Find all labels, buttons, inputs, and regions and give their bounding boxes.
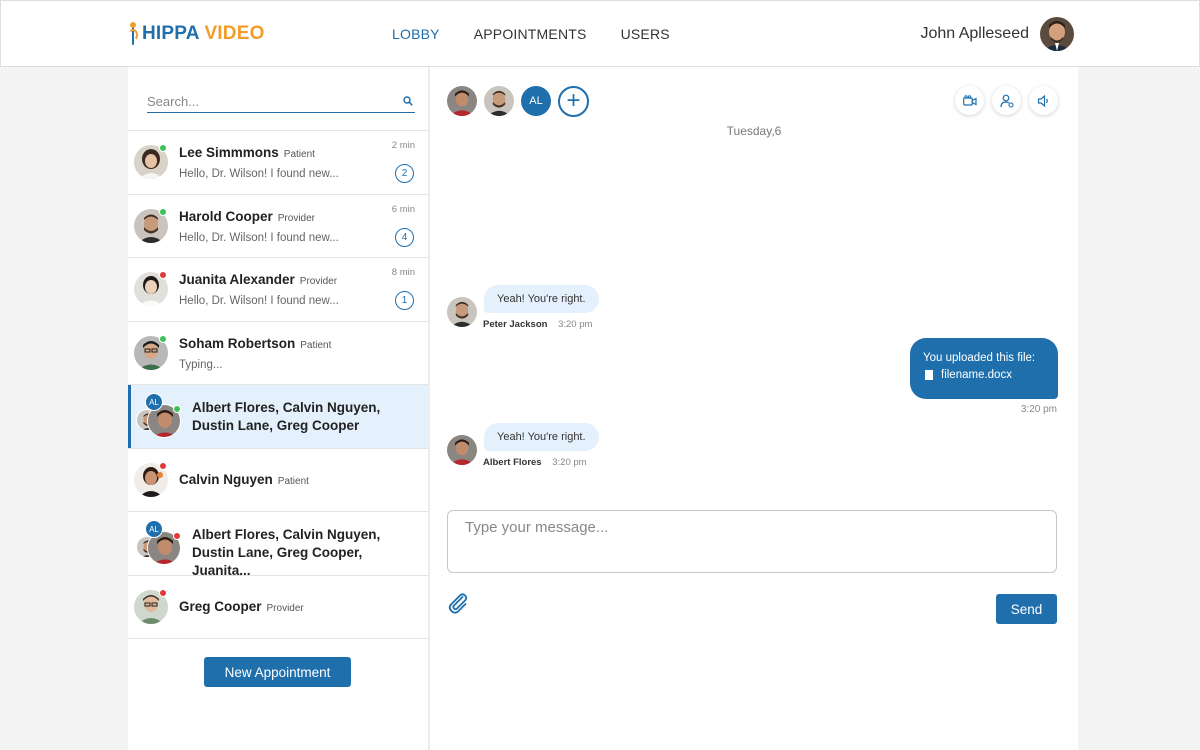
- group-avatar: AL: [134, 393, 184, 441]
- new-appointment-button[interactable]: New Appointment: [204, 657, 351, 687]
- sender-name: Peter Jackson: [483, 319, 548, 330]
- message-preview: Hello, Dr. Wilson! I found new...: [179, 168, 339, 180]
- contact-name: Greg Cooper: [179, 598, 262, 614]
- contact-role: Patient: [300, 339, 332, 351]
- contact-role: Patient: [283, 149, 315, 160]
- file-icon: [925, 370, 933, 380]
- contact-role: Provider: [266, 602, 304, 614]
- message-time: 3:20 pm: [558, 319, 593, 330]
- group-name: Albert Flores, Calvin Nguyen, Dustin Lan…: [192, 400, 381, 433]
- current-user-avatar[interactable]: [1040, 17, 1074, 51]
- offline-status-dot: [159, 271, 167, 279]
- caduceus-icon: [127, 22, 139, 46]
- conversation-sidebar: Lee Simmmons Patient Hello, Dr. Wilson! I…: [128, 67, 428, 750]
- message-preview: Hello, Dr. Wilson! I found new...: [179, 295, 339, 307]
- logo-text-video: VIDEO: [204, 23, 265, 44]
- nav-appointments[interactable]: APPOINTMENTS: [474, 26, 587, 42]
- message-time: 3:20 pm: [552, 457, 587, 468]
- message-time: 2 min: [391, 140, 415, 151]
- offline-status-dot: [159, 588, 167, 597]
- message-bubble: Yeah! You're right.: [484, 285, 599, 313]
- group-name: Albert Flores, Calvin Nguyen, Dustin Lan…: [192, 527, 381, 578]
- nav-users[interactable]: USERS: [621, 26, 670, 42]
- offline-status-dot: [159, 461, 167, 470]
- message-time: 8 min: [391, 267, 415, 278]
- chat-panel: AL + Tuesday,6 Yeah! You're right. Peter…: [430, 67, 1078, 750]
- paperclip-icon[interactable]: [446, 591, 470, 615]
- contact-name: Lee Simmmons: [179, 145, 279, 160]
- add-participant-button[interactable]: +: [558, 86, 589, 117]
- online-status-dot: [173, 405, 181, 413]
- conversation-list: Lee Simmmons Patient Hello, Dr. Wilson! I…: [128, 130, 428, 639]
- search-box: [147, 93, 415, 113]
- sender-name: Albert Flores: [483, 457, 542, 468]
- file-attachment-link[interactable]: filename.docx: [923, 369, 1045, 381]
- date-separator: Tuesday,6: [726, 124, 782, 138]
- contact-name: Juanita Alexander: [179, 272, 295, 287]
- participant-list: AL +: [447, 86, 589, 117]
- unread-count-badge: 2: [395, 164, 414, 183]
- contact-name: Soham Robertson: [179, 335, 296, 351]
- online-status-dot: [159, 144, 167, 152]
- conversation-item[interactable]: Soham Robertson Patient Typing...: [128, 322, 428, 385]
- message-input[interactable]: [465, 519, 1039, 564]
- participant-avatar[interactable]: [484, 86, 514, 116]
- call-toolbar: [947, 86, 1058, 115]
- plus-icon: +: [566, 87, 581, 114]
- user-settings-button[interactable]: [992, 86, 1021, 115]
- message-preview: Hello, Dr. Wilson! I found new...: [179, 231, 339, 244]
- participant-avatar[interactable]: [447, 86, 477, 116]
- conversation-item[interactable]: Greg Cooper Provider: [128, 576, 428, 639]
- top-header: HIPPA VIDEO LOBBY APPOINTMENTS USERS Joh…: [0, 0, 1200, 67]
- message-bubble: Yeah! You're right.: [484, 423, 599, 451]
- contact-role: Provider: [299, 276, 338, 287]
- group-avatar: AL: [134, 520, 184, 568]
- contact-name: Harold Cooper: [179, 208, 273, 224]
- current-user-name[interactable]: John Aplleseed: [920, 25, 1029, 43]
- message-time: 3:20 pm: [1020, 404, 1057, 415]
- nav-lobby[interactable]: LOBBY: [392, 26, 440, 42]
- contact-role: Patient: [277, 475, 309, 487]
- conversation-item-group[interactable]: AL Albert Flores, Calvin Nguyen, Dustin …: [128, 385, 428, 449]
- sender-avatar: [447, 297, 477, 327]
- conversation-item-group[interactable]: AL Albert Flores, Calvin Nguyen, Dustin …: [128, 512, 428, 578]
- message-composer: [447, 510, 1057, 573]
- logo-text-hippa: HIPPA: [142, 23, 199, 44]
- conversation-item[interactable]: Lee Simmmons Patient Hello, Dr. Wilson! I…: [128, 131, 428, 195]
- file-name: filename.docx: [941, 369, 1012, 381]
- brand-logo[interactable]: HIPPA VIDEO: [127, 21, 265, 47]
- video-call-button[interactable]: [955, 86, 984, 115]
- participant-initials-avatar[interactable]: AL: [521, 86, 551, 116]
- message-time: 6 min: [391, 203, 415, 215]
- user-settings-icon: [999, 94, 1014, 108]
- speaker-icon: [1037, 94, 1048, 107]
- conversation-item[interactable]: Juanita Alexander Provider Hello, Dr. Wil…: [128, 258, 428, 322]
- unread-count-badge: 4: [395, 227, 414, 247]
- unread-count-badge: 1: [395, 291, 414, 310]
- initials-avatar: AL: [145, 520, 163, 538]
- conversation-item[interactable]: Harold Cooper Provider Hello, Dr. Wilson!…: [128, 195, 428, 258]
- online-status-dot: [159, 207, 167, 216]
- main-nav: LOBBY APPOINTMENTS USERS: [392, 26, 704, 42]
- conversation-item[interactable]: Calvin Nguyen Patient: [128, 449, 428, 512]
- typing-indicator: Typing...: [179, 358, 223, 371]
- video-camera-icon: [962, 94, 977, 106]
- offline-status-dot: [173, 532, 181, 540]
- message-text: You uploaded this file:: [923, 352, 1036, 364]
- online-status-dot: [159, 334, 167, 343]
- initials-avatar: AL: [145, 393, 163, 411]
- outgoing-message-bubble: You uploaded this file: filename.docx: [910, 338, 1058, 399]
- audio-button[interactable]: [1029, 86, 1058, 115]
- contact-role: Provider: [277, 212, 316, 224]
- contact-name: Calvin Nguyen: [179, 471, 273, 487]
- sender-avatar: [447, 435, 477, 465]
- search-input[interactable]: [147, 94, 387, 109]
- send-button[interactable]: Send: [996, 594, 1057, 624]
- search-icon[interactable]: [403, 96, 413, 106]
